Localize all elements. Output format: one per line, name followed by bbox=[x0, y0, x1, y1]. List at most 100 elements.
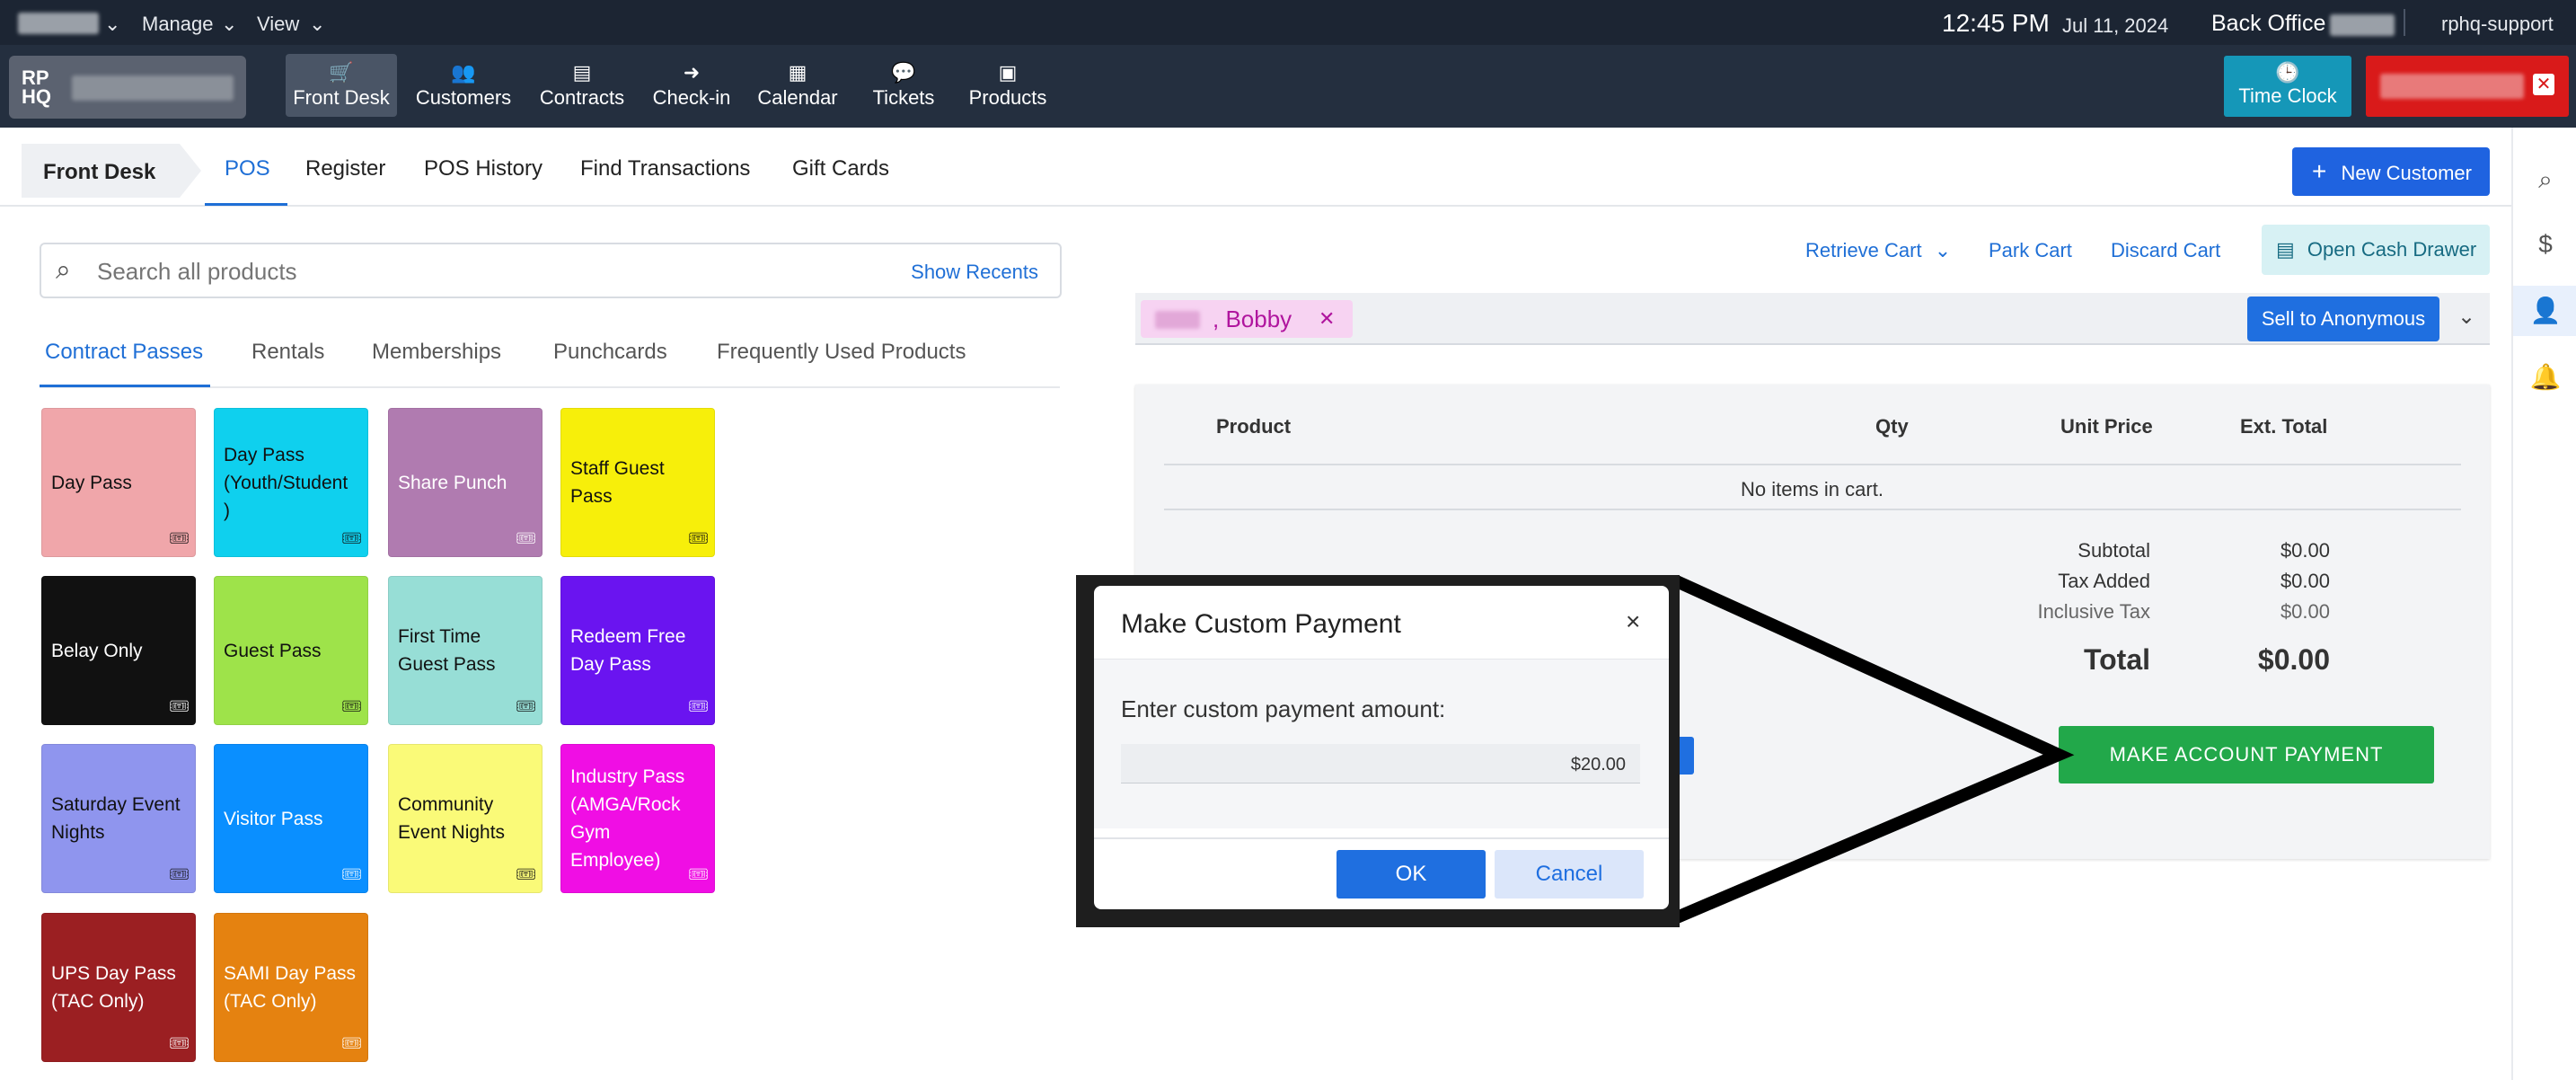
calendar-icon: ▦ bbox=[788, 61, 807, 84]
nav-tickets[interactable]: 💬 Tickets bbox=[848, 54, 959, 117]
discard-cart-button[interactable]: Discard Cart bbox=[2111, 239, 2220, 262]
search-icon: ⌕ bbox=[56, 255, 71, 285]
remove-customer-icon[interactable]: ✕ bbox=[1319, 300, 1335, 338]
product-tile[interactable]: Community Event Nights 🎟 bbox=[388, 744, 543, 893]
active-tab-underline bbox=[205, 203, 287, 206]
modal-body: Enter custom payment amount: $20.00 bbox=[1094, 660, 1669, 828]
park-cart-button[interactable]: Park Cart bbox=[1989, 239, 2072, 262]
ok-button[interactable]: OK bbox=[1337, 850, 1486, 899]
nav-label: Check-in bbox=[652, 86, 731, 109]
menu-view[interactable]: View bbox=[257, 13, 299, 36]
product-tile[interactable]: Staff Guest Pass 🎟 bbox=[560, 408, 715, 557]
product-tile[interactable]: UPS Day Pass (TAC Only) 🎟 bbox=[41, 913, 196, 1062]
ticket-icon: 🎟 bbox=[688, 865, 709, 883]
product-name: First Time Guest Pass bbox=[398, 626, 496, 675]
tab-pos[interactable]: POS bbox=[225, 156, 270, 181]
ticket-icon: 🎟 bbox=[169, 529, 190, 547]
search-icon[interactable]: ⌕ bbox=[2513, 155, 2576, 205]
dollar-icon[interactable]: $ bbox=[2513, 219, 2576, 270]
tab-find-transactions[interactable]: Find Transactions bbox=[580, 156, 750, 181]
callout-arrow bbox=[1671, 575, 2075, 927]
col-qty: Qty bbox=[1875, 415, 1909, 438]
search-input[interactable] bbox=[97, 253, 905, 289]
product-name: Saturday Event Nights bbox=[51, 794, 181, 843]
pos-subnav: Front Desk POS Register POS History Find… bbox=[0, 128, 2511, 207]
tab-frequently-used[interactable]: Frequently Used Products bbox=[717, 340, 966, 365]
tab-pos-history[interactable]: POS History bbox=[424, 156, 543, 181]
sell-to-anonymous-button[interactable]: Sell to Anonymous bbox=[2247, 297, 2439, 341]
empty-cart-message: No items in cart. bbox=[1741, 478, 1883, 500]
bell-icon[interactable]: 🔔 bbox=[2513, 352, 2576, 403]
ticket-icon: 🎟 bbox=[341, 529, 362, 547]
product-tile[interactable]: Industry Pass (AMGA/Rock Gym Employee) 🎟 bbox=[560, 744, 715, 893]
tab-rentals[interactable]: Rentals bbox=[251, 340, 324, 365]
make-account-payment-button[interactable]: MAKE ACCOUNT PAYMENT bbox=[2059, 726, 2434, 783]
product-name: Community Event Nights bbox=[398, 794, 506, 843]
nav-label: Customers bbox=[415, 86, 512, 109]
chevron-down-icon: ⌄ bbox=[1934, 239, 1952, 261]
chevron-down-icon[interactable]: ⌄ bbox=[2457, 304, 2475, 330]
tab-contract-passes[interactable]: Contract Passes bbox=[45, 340, 203, 365]
tab-register[interactable]: Register bbox=[305, 156, 385, 181]
ticket-icon: 🎟 bbox=[169, 865, 190, 883]
open-cash-drawer-button[interactable]: ▤ Open Cash Drawer bbox=[2262, 225, 2490, 275]
chevron-down-icon: ⌄ bbox=[309, 13, 326, 35]
tab-gift-cards[interactable]: Gift Cards bbox=[792, 156, 889, 181]
time-clock-button[interactable]: 🕒 Time Clock bbox=[2224, 56, 2351, 117]
new-customer-button[interactable]: + New Customer bbox=[2292, 147, 2490, 196]
close-icon[interactable]: × bbox=[1626, 607, 1640, 636]
show-recents-link[interactable]: Show Recents bbox=[911, 261, 1038, 284]
location-name[interactable]: Back Office bbox=[2211, 11, 2325, 37]
tab-punchcards[interactable]: Punchcards bbox=[553, 340, 667, 365]
ticket-icon: 🎟 bbox=[688, 697, 709, 715]
retrieve-cart-button[interactable]: Retrieve Cart ⌄ bbox=[1805, 239, 1951, 262]
ticket-icon: 🎟 bbox=[516, 865, 536, 883]
product-tile[interactable]: Share Punch 🎟 bbox=[388, 408, 543, 557]
retrieve-cart-label: Retrieve Cart bbox=[1805, 239, 1922, 261]
cancel-button[interactable]: Cancel bbox=[1495, 850, 1644, 899]
product-tile[interactable]: SAMI Day Pass (TAC Only) 🎟 bbox=[214, 913, 368, 1062]
customer-name: , Bobby bbox=[1213, 305, 1292, 332]
product-tile[interactable]: Guest Pass 🎟 bbox=[214, 576, 368, 725]
col-unit-price: Unit Price bbox=[2060, 415, 2153, 438]
product-tile[interactable]: Day Pass (Youth/Student ) 🎟 bbox=[214, 408, 368, 557]
nav-calendar[interactable]: ▦ Calendar bbox=[742, 54, 853, 117]
inclusive-tax-value: $0.00 bbox=[2280, 600, 2330, 623]
ticket-icon: 🎟 bbox=[516, 529, 536, 547]
payment-amount-field[interactable]: $20.00 bbox=[1121, 744, 1640, 783]
product-tile[interactable]: Visitor Pass 🎟 bbox=[214, 744, 368, 893]
product-name: Guest Pass bbox=[224, 640, 322, 661]
active-user-button[interactable]: ✕ bbox=[2366, 56, 2569, 117]
tab-memberships[interactable]: Memberships bbox=[372, 340, 501, 365]
product-tile[interactable]: First Time Guest Pass 🎟 bbox=[388, 576, 543, 725]
users-icon: 👥 bbox=[451, 61, 476, 84]
nav-contracts[interactable]: ▤ Contracts bbox=[526, 54, 638, 117]
nav-check-in[interactable]: ➜ Check-in bbox=[636, 54, 747, 117]
new-customer-label: New Customer bbox=[2341, 162, 2472, 184]
ticket-icon: 🎟 bbox=[169, 697, 190, 715]
ticket-icon: 🎟 bbox=[341, 697, 362, 715]
checkin-icon: ➜ bbox=[683, 61, 701, 84]
product-tile[interactable]: Saturday Event Nights 🎟 bbox=[41, 744, 196, 893]
close-icon[interactable]: ✕ bbox=[2533, 74, 2554, 95]
org-logo[interactable]: RP HQ bbox=[9, 56, 246, 119]
section-title: Front Desk bbox=[43, 160, 156, 184]
nav-products[interactable]: ▣ Products bbox=[952, 54, 1063, 117]
ticket-icon: 🎟 bbox=[169, 1034, 190, 1052]
customer-chip[interactable]: , Bobby ✕ bbox=[1141, 300, 1353, 338]
product-tile[interactable]: Day Pass 🎟 bbox=[41, 408, 196, 557]
product-tile[interactable]: Redeem Free Day Pass 🎟 bbox=[560, 576, 715, 725]
tickets-icon: 💬 bbox=[891, 61, 916, 84]
user-menu[interactable]: rphq-support bbox=[2441, 13, 2554, 36]
nav-front-desk[interactable]: 🛒 Front Desk bbox=[286, 54, 397, 117]
chevron-down-icon[interactable]: ⌄ bbox=[104, 13, 120, 36]
nav-customers[interactable]: 👥 Customers bbox=[408, 54, 519, 117]
products-icon: ▣ bbox=[998, 61, 1018, 84]
subtotal-label: Subtotal bbox=[2078, 539, 2150, 562]
product-tile[interactable]: Belay Only 🎟 bbox=[41, 576, 196, 725]
menu-manage[interactable]: Manage bbox=[142, 13, 214, 36]
user-icon[interactable]: 👤 bbox=[2513, 286, 2576, 336]
product-name: SAMI Day Pass (TAC Only) bbox=[224, 963, 357, 1012]
product-search-box[interactable]: ⌕ Show Recents bbox=[40, 243, 1062, 298]
account-name-redacted bbox=[18, 13, 99, 34]
